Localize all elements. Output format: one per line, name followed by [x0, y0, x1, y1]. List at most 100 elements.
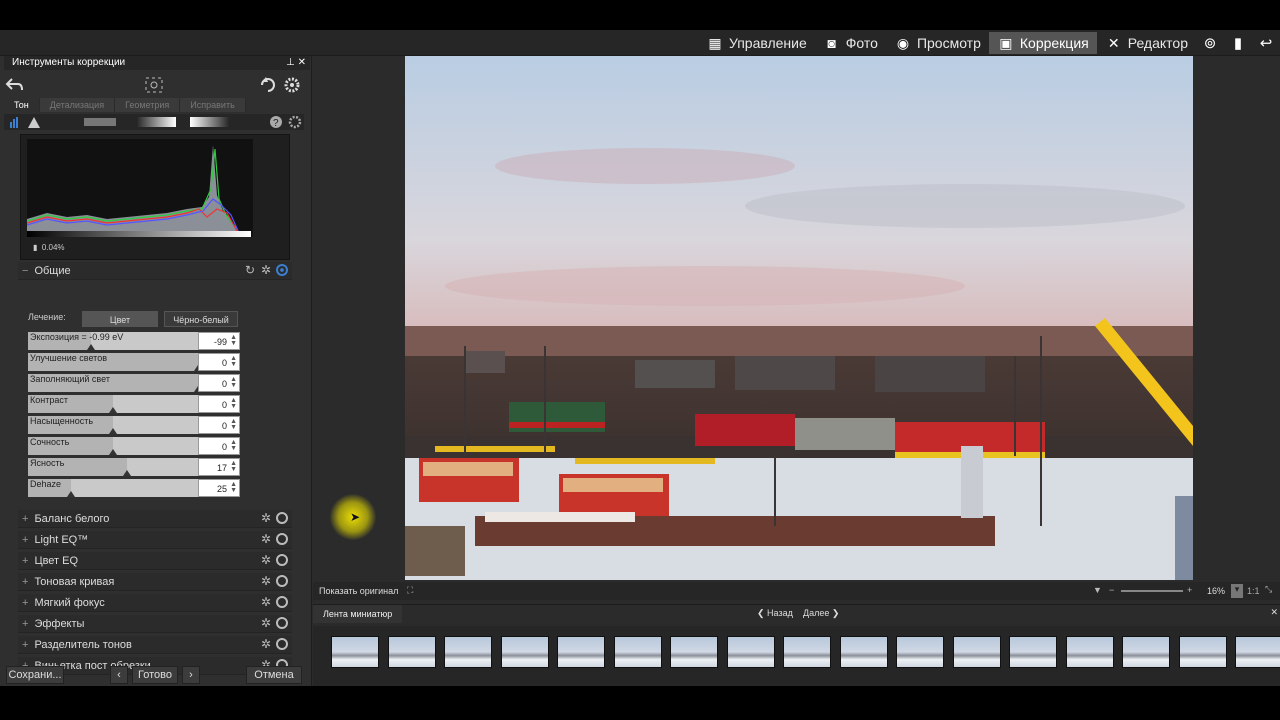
tab-detail[interactable]: Детализация [39, 98, 116, 112]
help-icon[interactable]: ? [270, 116, 282, 129]
undo-icon[interactable] [5, 78, 23, 91]
enable-toggle-icon[interactable] [276, 554, 288, 566]
stats-icon[interactable]: ▮ [1224, 32, 1252, 54]
slider-value-input[interactable]: 17 ▲ ▼ [198, 458, 240, 476]
zoom-slider[interactable] [1121, 590, 1183, 592]
reset-icon[interactable] [261, 77, 275, 92]
section-header[interactable]: + Тоновая кривая ✲ [18, 573, 292, 591]
settings-gear-icon[interactable]: ✲ [260, 264, 272, 276]
mode-manage[interactable]: ▦ Управление [698, 32, 815, 54]
slider-value-input[interactable]: 0 ▲ ▼ [198, 416, 240, 434]
show-original-button[interactable]: Показать оригинал [319, 586, 398, 596]
face-detect-icon[interactable] [145, 77, 163, 93]
film-thumbnail[interactable] [500, 636, 549, 668]
settings-gear-icon[interactable]: ✲ [260, 575, 272, 587]
slider-row[interactable]: Ясность [28, 458, 198, 476]
spinner-icon[interactable]: ▲ ▼ [230, 355, 237, 368]
film-thumbnail[interactable] [1178, 636, 1227, 668]
section-header[interactable]: + Цвет EQ ✲ [18, 552, 292, 570]
reset-icon[interactable]: ↻ [244, 264, 256, 276]
section-header[interactable]: + Light EQ™ ✲ [18, 531, 292, 549]
settings-gear-icon[interactable]: ✲ [260, 596, 272, 608]
settings-gear-icon[interactable] [284, 77, 300, 93]
film-thumbnail[interactable] [613, 636, 662, 668]
zoom-ratio[interactable]: 1:1 [1247, 586, 1260, 596]
section-header[interactable]: + Баланс белого ✲ [18, 510, 292, 528]
warning-icon[interactable] [28, 117, 40, 128]
treatment-bw-button[interactable]: Чёрно-белый [164, 311, 238, 327]
settings-gear-icon[interactable]: ✲ [260, 512, 272, 524]
mode-view[interactable]: ◉ Просмотр [886, 32, 989, 54]
slider-row[interactable]: Контраст [28, 395, 198, 413]
enable-toggle-icon[interactable] [276, 596, 288, 608]
zoom-dropdown-icon[interactable]: ▼ [1093, 585, 1102, 595]
slider-row[interactable]: Экспозиция = -0.99 eV [28, 332, 198, 350]
done-button[interactable]: Готово [132, 666, 178, 684]
enable-toggle-icon[interactable] [276, 512, 288, 524]
settings-gear-icon[interactable]: ✲ [260, 533, 272, 545]
next-button[interactable]: › [182, 666, 200, 684]
film-thumbnail[interactable] [1235, 636, 1280, 668]
slider-value-input[interactable]: 0 ▲ ▼ [198, 374, 240, 392]
365-icon[interactable]: ⊚ [1196, 32, 1224, 54]
enable-toggle-icon[interactable] [276, 533, 288, 545]
zoom-out-icon[interactable]: − [1109, 585, 1114, 595]
histogram-icon[interactable] [10, 117, 18, 128]
film-thumbnail[interactable] [557, 636, 605, 668]
slider-value-input[interactable]: 0 ▲ ▼ [198, 395, 240, 413]
panel-window-buttons[interactable]: ⊥ ✕ [286, 56, 306, 70]
section-header[interactable]: + Эффекты ✲ [18, 615, 292, 633]
slider-row[interactable]: Улучшение светов [28, 353, 202, 371]
spinner-icon[interactable]: ▲ ▼ [230, 418, 237, 431]
cancel-button[interactable]: Отмена [246, 666, 302, 684]
levels-icon[interactable] [84, 118, 116, 126]
slider-row[interactable]: Насыщенность [28, 416, 198, 434]
section-header[interactable]: + Разделитель тонов ✲ [18, 636, 292, 654]
settings-gear-icon[interactable] [288, 115, 302, 129]
slider-handle[interactable] [86, 344, 95, 350]
mode-photo[interactable]: ◙ Фото [815, 32, 886, 54]
film-thumbnail[interactable] [444, 636, 492, 668]
filmstrip-forward-button[interactable]: Далее ❯ [803, 608, 839, 619]
spinner-icon[interactable]: ▲ ▼ [230, 397, 237, 410]
slider-handle[interactable] [109, 407, 117, 413]
fit-icon[interactable]: ⤡ [1265, 584, 1272, 595]
film-thumbnail[interactable] [1122, 636, 1170, 668]
zoom-in-icon[interactable]: + [1187, 585, 1192, 595]
share-icon[interactable]: ↩ [1252, 32, 1280, 54]
mode-correction[interactable]: ▣ Коррекция [988, 32, 1097, 54]
film-thumbnail[interactable] [1065, 636, 1114, 668]
enable-toggle-icon[interactable] [276, 575, 288, 587]
slider-row[interactable]: Сочность [28, 437, 198, 455]
fullscreen-icon[interactable]: ⛶ [407, 585, 413, 596]
spinner-icon[interactable]: ▲ ▼ [230, 481, 237, 494]
slider-handle[interactable] [109, 449, 117, 455]
settings-gear-icon[interactable]: ✲ [260, 554, 272, 566]
gradient-swatch-icon[interactable] [190, 117, 230, 127]
enable-toggle-icon[interactable] [276, 638, 288, 650]
slider-handle[interactable] [122, 470, 131, 476]
slider-value-input[interactable]: -99 ▲ ▼ [198, 332, 240, 350]
film-thumbnail[interactable] [896, 636, 944, 668]
gradient-swatch-icon[interactable] [136, 117, 176, 127]
slider-row[interactable]: Заполняющий свет [28, 374, 202, 392]
save-button[interactable]: Сохрани... [6, 666, 64, 684]
settings-gear-icon[interactable]: ✲ [260, 638, 272, 650]
mode-editor[interactable]: ✕ Редактор [1097, 32, 1196, 54]
film-thumbnail[interactable] [839, 636, 888, 668]
film-thumbnail[interactable] [331, 636, 379, 668]
spinner-icon[interactable]: ▲ ▼ [230, 376, 237, 389]
zoom-menu-icon[interactable]: ▾ [1231, 584, 1243, 598]
photo-preview[interactable] [405, 56, 1193, 580]
section-header[interactable]: + Мягкий фокус ✲ [18, 594, 292, 612]
tab-tone[interactable]: Тон [4, 98, 40, 112]
film-thumbnail[interactable] [726, 636, 775, 668]
slider-value-input[interactable]: 25 ▲ ▼ [198, 479, 240, 497]
film-thumbnail[interactable] [387, 636, 436, 668]
slider-handle[interactable] [66, 491, 75, 497]
close-icon[interactable]: ✕ [1270, 607, 1278, 618]
treatment-color-button[interactable]: Цвет [82, 311, 158, 327]
film-thumbnail[interactable] [783, 636, 831, 668]
filmstrip-back-button[interactable]: ❮ Назад [757, 608, 793, 619]
tab-repair[interactable]: Исправить [180, 98, 246, 112]
